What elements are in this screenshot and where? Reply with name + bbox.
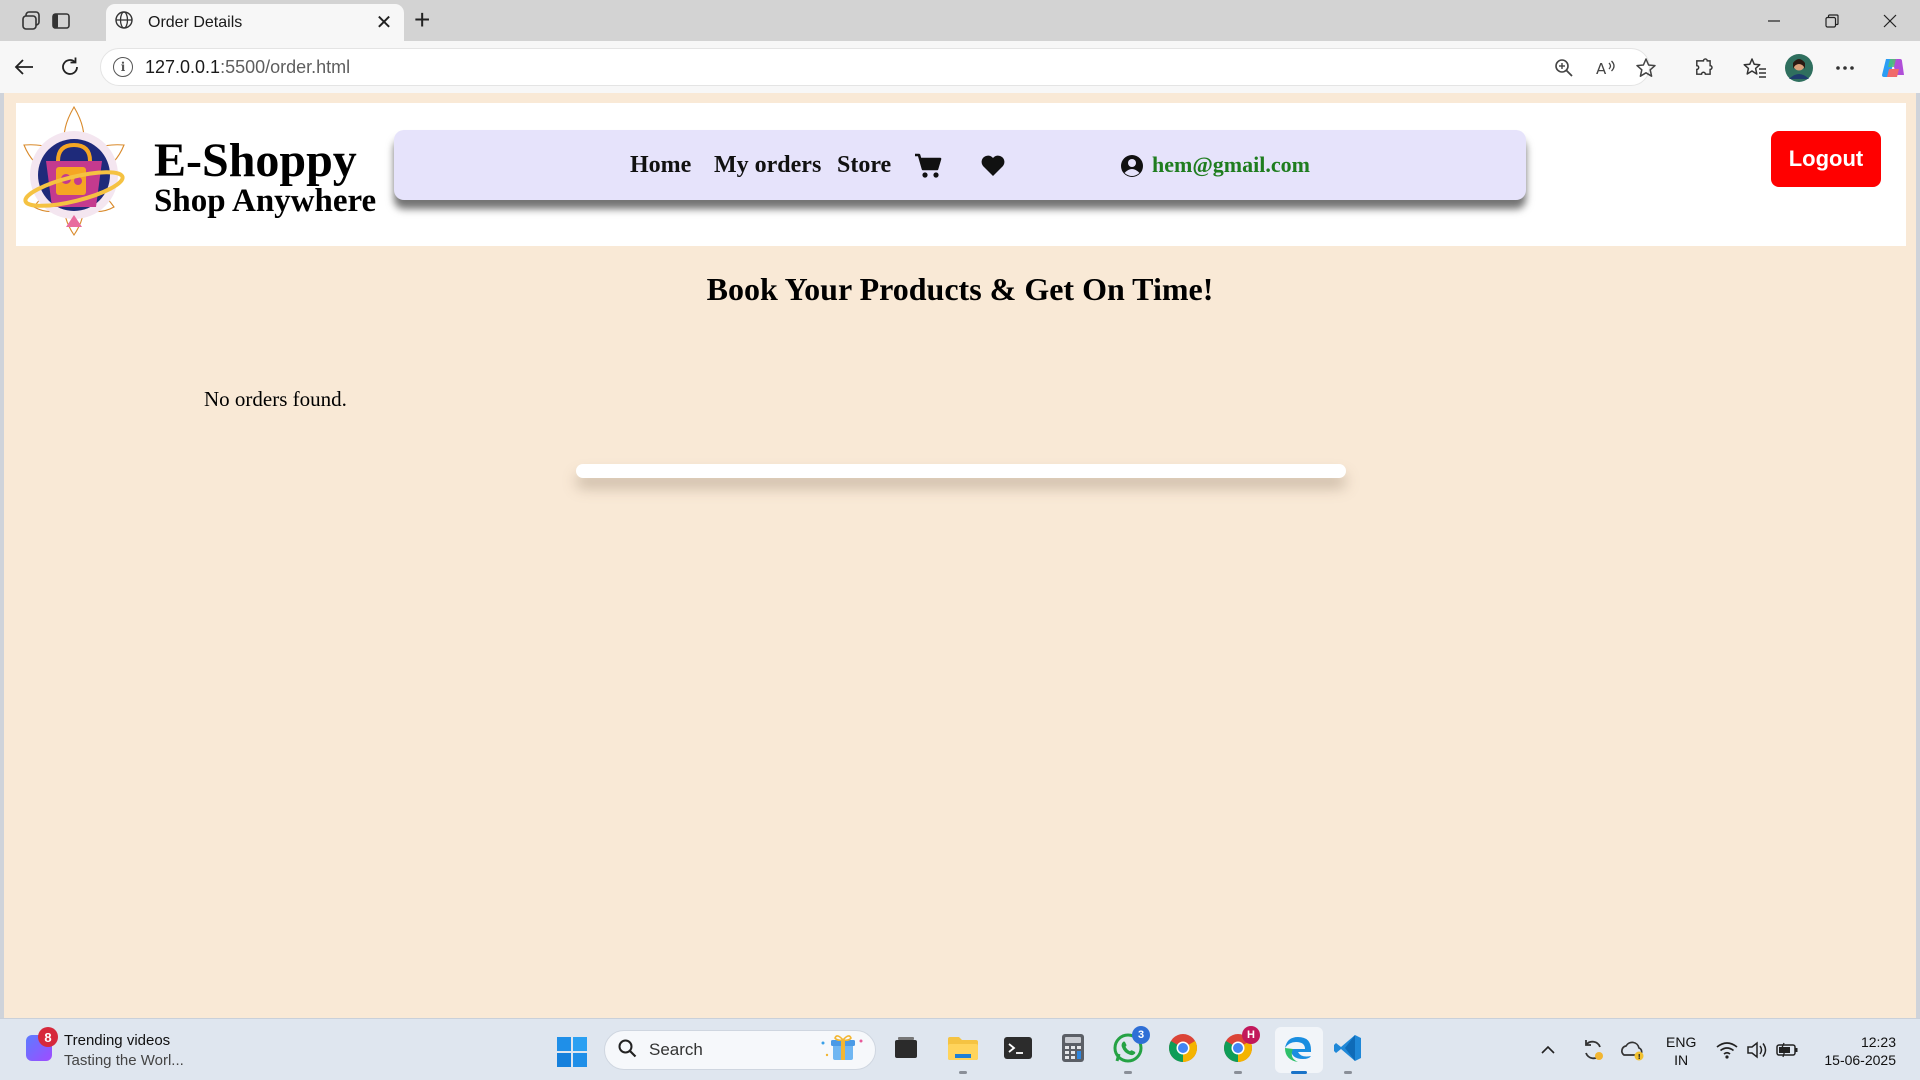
read-aloud-icon[interactable]: A (1595, 49, 1617, 87)
sync-icon[interactable] (1580, 1033, 1606, 1067)
wishlist-heart-icon[interactable] (979, 152, 1007, 180)
extensions-icon[interactable] (1689, 53, 1719, 83)
chrome-app[interactable] (1165, 1032, 1201, 1068)
page-heading: Book Your Products & Get On Time! (706, 271, 1214, 307)
taskview-app[interactable] (888, 1032, 924, 1068)
search-highlight-gift-icon (817, 1033, 867, 1068)
language-indicator[interactable]: ENG IN (1666, 1033, 1696, 1069)
svg-text:A: A (1596, 60, 1607, 78)
file-explorer-app[interactable] (945, 1032, 981, 1074)
site-header: E-Shoppy Shop Anywhere Home My orders St… (16, 103, 1906, 246)
taskbar: 8 Trending videos Tasting the Worl... Se… (0, 1018, 1920, 1080)
taskbar-search[interactable]: Search (604, 1030, 876, 1070)
language-line1: ENG (1666, 1034, 1697, 1050)
whatsapp-app[interactable]: 3 (1110, 1026, 1150, 1074)
user-circle-icon (1118, 152, 1146, 180)
taskview-icon (892, 1034, 920, 1067)
tab-actions-icon[interactable] (48, 8, 74, 34)
clock[interactable]: 12:23 15-06-2025 (1812, 1033, 1896, 1069)
widget-badge: 8 (38, 1027, 58, 1047)
site-info-icon[interactable]: i (113, 57, 133, 77)
page-viewport: E-Shoppy Shop Anywhere Home My orders St… (4, 93, 1916, 1018)
empty-orders-message: No orders found. (204, 387, 347, 411)
battery-icon[interactable] (1775, 1033, 1799, 1067)
chrome-profile-app[interactable]: H (1220, 1026, 1260, 1074)
onedrive-warning-icon[interactable]: ! (1620, 1033, 1646, 1067)
calculator-app[interactable] (1055, 1032, 1091, 1068)
address-bar[interactable]: i 127.0.0.1:5500/order.html A (100, 48, 1656, 87)
favorite-star-icon[interactable] (1635, 49, 1657, 87)
more-options-icon[interactable] (1830, 53, 1860, 83)
vscode-icon (1333, 1033, 1363, 1068)
search-placeholder: Search (649, 1040, 703, 1059)
minimize-icon[interactable] (1751, 6, 1797, 36)
whatsapp-badge: 3 (1132, 1026, 1150, 1044)
edge-app[interactable] (1275, 1027, 1323, 1074)
back-icon[interactable] (10, 53, 38, 81)
running-indicator (1344, 1071, 1352, 1074)
zoom-icon[interactable] (1553, 49, 1575, 87)
orders-container (576, 464, 1346, 478)
clock-date: 15-06-2025 (1824, 1052, 1896, 1068)
tab-order-details[interactable]: Order Details ✕ (106, 4, 404, 41)
address-host: 127.0.0.1 (145, 56, 221, 77)
widgets-icon: 8 (26, 1027, 58, 1061)
site-logo[interactable] (16, 103, 132, 239)
reload-icon[interactable] (56, 53, 84, 81)
brand-subtitle: Shop Anywhere (154, 183, 377, 219)
new-tab-icon[interactable]: + (414, 4, 430, 36)
widget-title: Trending videos (64, 1032, 171, 1049)
globe-icon (114, 10, 134, 35)
search-icon (617, 1038, 637, 1063)
favorites-icon[interactable] (1740, 53, 1770, 83)
cart-icon[interactable] (914, 152, 942, 180)
user-email[interactable]: hem@gmail.com (1152, 130, 1310, 200)
clock-time: 12:23 (1860, 1034, 1896, 1050)
close-tab-icon[interactable]: ✕ (374, 10, 394, 35)
browser-toolbar: i 127.0.0.1:5500/order.html A (0, 41, 1920, 93)
wifi-icon[interactable] (1716, 1033, 1738, 1067)
vscode-app[interactable] (1330, 1032, 1366, 1074)
nav-my-orders[interactable]: My orders (714, 130, 821, 200)
restore-icon[interactable] (1809, 6, 1855, 36)
main-nav: Home My orders Store hem@gmail.com (394, 130, 1526, 200)
language-line2: IN (1674, 1052, 1689, 1068)
show-hidden-icons[interactable] (1540, 1033, 1556, 1067)
running-indicator (959, 1071, 967, 1074)
running-indicator (1234, 1071, 1242, 1074)
logout-button[interactable]: Logout (1771, 131, 1881, 187)
brand-title: E-Shoppy (154, 134, 357, 187)
nav-home[interactable]: Home (630, 130, 691, 200)
nav-store[interactable]: Store (837, 130, 891, 200)
folder-icon (947, 1034, 979, 1067)
edge-icon (1283, 1032, 1315, 1069)
tab-title: Order Details (148, 13, 243, 31)
widgets-news[interactable]: 8 Trending videos Tasting the Worl... (26, 1027, 184, 1071)
svg-text:!: ! (1638, 1053, 1641, 1061)
terminal-icon (1003, 1035, 1033, 1066)
terminal-app[interactable] (1000, 1032, 1036, 1068)
volume-icon[interactable] (1746, 1033, 1768, 1067)
windows-start-icon[interactable] (556, 1036, 588, 1068)
active-indicator (1291, 1071, 1307, 1074)
close-window-icon[interactable] (1867, 6, 1913, 36)
chrome-icon (1167, 1032, 1199, 1069)
calculator-icon (1061, 1033, 1085, 1068)
address-path: :5500/order.html (220, 56, 351, 77)
widget-subtitle: Tasting the Worl... (64, 1052, 184, 1069)
running-indicator (1124, 1071, 1132, 1074)
workspaces-icon[interactable] (18, 8, 44, 34)
browser-tab-bar: Order Details ✕ + (0, 0, 1920, 41)
profile-avatar[interactable] (1784, 53, 1814, 83)
chrome-profile-badge: H (1242, 1026, 1260, 1044)
copilot-icon[interactable] (1878, 53, 1908, 83)
